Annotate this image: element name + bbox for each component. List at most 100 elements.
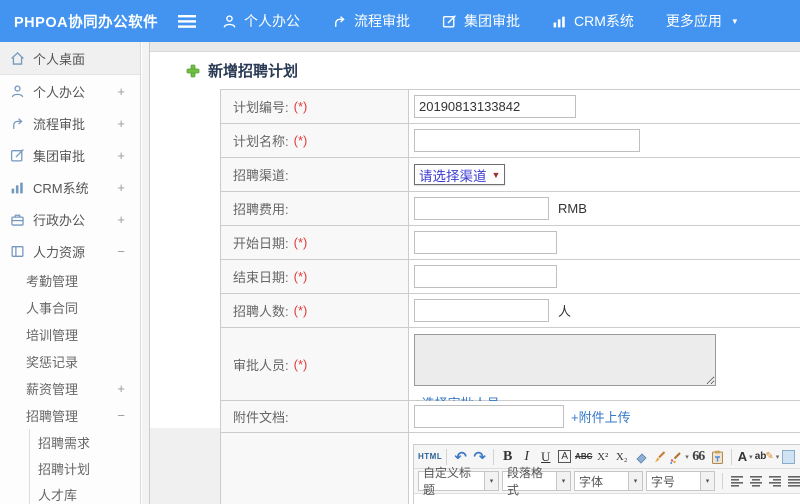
required-mark: (*) (293, 269, 308, 284)
clean-format-brush-icon[interactable] (650, 447, 669, 467)
flow-icon (332, 14, 347, 29)
nav-item-personal-office[interactable]: 个人办公 (222, 11, 300, 31)
user-icon (10, 84, 25, 99)
form-row-plan-name: 计划名称: (*) (221, 124, 800, 158)
sidebar-hr-submenu: 考勤管理 人事合同 培训管理 奖惩记录 薪资管理 + 招聘管理 − 招聘需求 招… (0, 267, 140, 504)
user-icon (222, 14, 237, 29)
cost-input[interactable] (414, 197, 549, 220)
home-icon (10, 51, 25, 66)
toolbar-separator (730, 448, 732, 465)
superscript-button[interactable]: X² (593, 447, 612, 467)
sidebar-item-talent-pool[interactable]: 人才库 (30, 481, 140, 504)
toolbar-separator (493, 448, 495, 465)
align-right-icon[interactable] (765, 471, 784, 491)
sidebar-item-admin-office[interactable]: 行政办公 + (0, 203, 140, 235)
required-mark: (*) (293, 356, 308, 372)
sidebar-item-label: 薪资管理 (26, 382, 79, 397)
form-row-cost: 招聘费用: RMB (221, 192, 800, 226)
expand-toggle[interactable]: + (117, 148, 125, 163)
eraser-icon[interactable] (631, 447, 650, 467)
font-size-select[interactable]: 字号 ▾ (646, 471, 715, 491)
align-justify-icon[interactable] (784, 471, 800, 491)
subscript-button[interactable]: X₂ (612, 447, 631, 467)
nav-item-more-apps[interactable]: 更多应用 ▼ (666, 11, 739, 31)
collapse-toggle[interactable]: − (117, 408, 125, 423)
sidebar-recruit-submenu: 招聘需求 招聘计划 人才库 (29, 429, 140, 504)
expand-toggle[interactable]: + (117, 212, 125, 227)
sidebar-item-crm[interactable]: CRM系统 + (0, 171, 140, 203)
paragraph-format-select[interactable]: 段落格式 ▾ (502, 466, 571, 497)
sidebar-item-recruit-mgmt[interactable]: 招聘管理 − (0, 402, 140, 429)
sidebar-item-recruit-plan[interactable]: 招聘计划 (30, 455, 140, 481)
sidebar-item-desktop[interactable]: 个人桌面 (0, 42, 140, 75)
sidebar-splitter[interactable] (142, 42, 150, 504)
sidebar-item-personal-office[interactable]: 个人办公 + (0, 75, 140, 107)
nav-item-flow-approval[interactable]: 流程审批 (332, 11, 410, 31)
end-date-input[interactable] (414, 265, 557, 288)
expand-toggle[interactable]: + (117, 116, 125, 131)
menu-hamburger-icon[interactable] (178, 14, 196, 28)
form-row-plan-no: 计划编号: (*) (221, 90, 800, 124)
sidebar-item-flow-approval[interactable]: 流程审批 + (0, 107, 140, 139)
top-nav: 个人办公 流程审批 集团审批 CRM系统 更多应用 ▼ (178, 11, 771, 31)
attachment-upload-link[interactable]: +附件上传 (571, 407, 631, 426)
align-left-icon[interactable] (727, 471, 746, 491)
approver-textarea[interactable] (414, 334, 716, 386)
editor-toolbar-row2: 自定义标题 ▾ 段落格式 ▾ 字体 ▾ 字号 ▾ (414, 466, 800, 497)
field-label: 计划名称: (*) (221, 124, 409, 157)
required-mark: (*) (293, 235, 308, 250)
sidebar-item-attendance[interactable]: 考勤管理 (0, 267, 140, 294)
align-center-icon[interactable] (746, 471, 765, 491)
sidebar-item-label: 招聘计划 (38, 461, 91, 477)
custom-title-select[interactable]: 自定义标题 ▾ (418, 466, 499, 497)
blockquote-button[interactable]: 66 (689, 447, 708, 467)
label-text: 审批人员: (233, 357, 289, 373)
char-border-button[interactable]: A (555, 447, 574, 467)
chart-icon (10, 180, 25, 195)
label-text: 招聘人数: (233, 304, 289, 319)
background-patch (150, 428, 220, 504)
highlight-color-button[interactable]: ab ✎ ▾ (755, 447, 780, 467)
nav-item-group-approval[interactable]: 集团审批 (442, 11, 520, 31)
format-paint-icon[interactable]: ▾ (669, 447, 689, 467)
font-family-select[interactable]: 字体 ▾ (574, 471, 643, 491)
form-row-end-date: 结束日期: (*) (221, 260, 800, 294)
channel-select[interactable]: 请选择渠道 ▼ (414, 164, 506, 185)
label-text: 附件文档: (233, 410, 289, 425)
emotion-icon[interactable] (779, 447, 798, 467)
app-window: PHPOA协同办公软件 个人办公 流程审批 集团审批 CRM系统 更多应用 ▼ … (0, 0, 800, 504)
headcount-input[interactable] (414, 299, 549, 322)
main-top-strip (150, 42, 800, 52)
toolbar-separator (722, 473, 723, 489)
page-header: 新增招聘计划 (186, 60, 298, 81)
char-border-glyph: A (558, 450, 572, 463)
sidebar-item-hr[interactable]: 人力资源 − (0, 235, 140, 267)
expand-toggle[interactable]: + (117, 381, 125, 396)
start-date-input[interactable] (414, 231, 557, 254)
paste-clipboard-icon[interactable] (708, 447, 727, 467)
sidebar-item-training[interactable]: 培训管理 (0, 321, 140, 348)
sidebar-item-label: 流程审批 (33, 116, 86, 132)
plan-name-input[interactable] (414, 129, 640, 152)
expand-toggle[interactable]: + (117, 84, 125, 99)
sidebar-item-recruit-demand[interactable]: 招聘需求 (30, 429, 140, 455)
expand-toggle[interactable]: + (117, 180, 125, 195)
nav-item-crm[interactable]: CRM系统 (552, 11, 634, 31)
currency-suffix: RMB (558, 201, 587, 216)
attachment-input[interactable] (414, 405, 564, 428)
sidebar-item-hr-contract[interactable]: 人事合同 (0, 294, 140, 321)
label-text: 计划名称: (233, 134, 289, 149)
sidebar-item-label: 人力资源 (33, 244, 86, 260)
collapse-toggle[interactable]: − (117, 244, 125, 259)
sidebar-item-rewards[interactable]: 奖惩记录 (0, 348, 140, 375)
edit-icon (10, 148, 25, 163)
app-logo: PHPOA协同办公软件 (14, 14, 159, 31)
sidebar-item-salary[interactable]: 薪资管理 + (0, 375, 140, 402)
plan-no-input[interactable] (414, 95, 576, 118)
sidebar-item-group-approval[interactable]: 集团审批 + (0, 139, 140, 171)
strikethrough-button[interactable]: ABC (574, 447, 593, 467)
font-color-button[interactable]: A ▾ (736, 447, 755, 467)
nav-item-label: 流程审批 (354, 13, 410, 29)
page-title: 新增招聘计划 (208, 63, 299, 80)
sidebar-item-label: 招聘需求 (38, 435, 91, 451)
